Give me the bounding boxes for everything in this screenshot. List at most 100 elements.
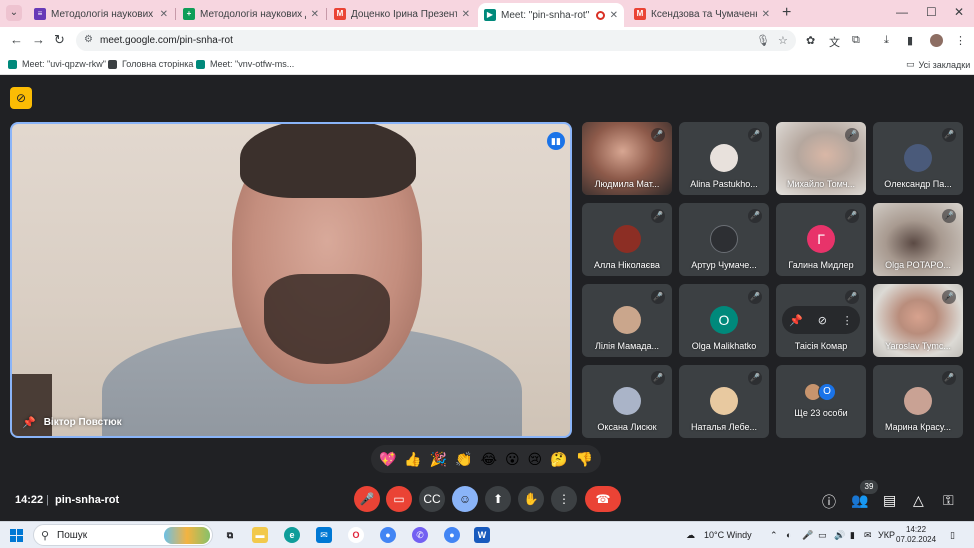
close-tab-icon[interactable]: ✕: [160, 9, 168, 20]
site-info-icon[interactable]: ⚙: [84, 34, 93, 45]
edge-icon[interactable]: e: [284, 527, 300, 543]
participant-tile[interactable]: 🎤 Олександр Па...: [873, 122, 963, 195]
people-icon[interactable]: 👥: [851, 492, 868, 509]
language-indicator[interactable]: УКР: [878, 530, 895, 540]
extensions-puzzle-icon[interactable]: ⧉: [852, 34, 860, 47]
task-view-icon[interactable]: ⧉: [222, 527, 238, 543]
weather-icon[interactable]: ☁: [686, 530, 695, 541]
participant-tile[interactable]: 🎤 Olga POTAPO...: [873, 203, 963, 276]
bookmark-star-icon[interactable]: ☆: [778, 34, 788, 47]
participant-tile[interactable]: 🎤 Оксана Лисюк: [582, 365, 672, 438]
more-participants-tile[interactable]: O Ще 23 особи: [776, 365, 866, 438]
reaction-laugh[interactable]: 😂: [481, 452, 497, 466]
download-icon[interactable]: ⤓: [884, 34, 889, 47]
menu-kebab-icon[interactable]: ⋮: [955, 34, 966, 47]
meeting-info-icon[interactable]: ⓘ: [822, 492, 836, 512]
bookmark-3[interactable]: Meet: "vnv-otfw-ms...: [196, 59, 294, 69]
browser-tab-1[interactable]: ≡ Методологія наукових дослідж ✕: [28, 3, 174, 25]
close-tab-icon[interactable]: ✕: [462, 9, 470, 20]
word-icon[interactable]: W: [474, 527, 490, 543]
reaction-clap[interactable]: 👏: [455, 452, 472, 466]
activities-icon[interactable]: △: [913, 492, 924, 509]
weather-text[interactable]: 10°C Windy: [704, 530, 752, 540]
participant-tile[interactable]: 🎤 Лілія Мамада...: [582, 284, 672, 357]
mail-icon[interactable]: ✉: [316, 527, 332, 543]
browser-tab-5[interactable]: M Ксендзова та Чумаченко презе ✕: [628, 3, 776, 25]
extension-icon[interactable]: ✿: [806, 34, 815, 47]
chrome-icon[interactable]: ●: [380, 527, 396, 543]
back-arrow-icon[interactable]: ←: [10, 32, 23, 47]
close-tab-icon[interactable]: ✕: [311, 9, 319, 20]
tray-app-icon[interactable]: ◐: [786, 530, 791, 540]
captions-button[interactable]: CC: [419, 486, 445, 512]
file-explorer-icon[interactable]: ▬: [252, 527, 268, 543]
participant-tile[interactable]: 🎤 Yaroslav Tymc...: [873, 284, 963, 357]
pin-icon[interactable]: 📌: [22, 416, 36, 429]
participant-tile[interactable]: 🎤 Наталья Лебе...: [679, 365, 769, 438]
reaction-thumbs-down[interactable]: 👎: [576, 452, 593, 466]
reactions-button[interactable]: ☺: [452, 486, 478, 512]
opera-icon[interactable]: O: [348, 527, 364, 543]
more-options-button[interactable]: ⋮: [551, 486, 577, 512]
reaction-thinking[interactable]: 🤔: [550, 452, 567, 466]
pinned-speaker-tile[interactable]: ▮▮ 📌 Віктор Повстюк: [10, 122, 572, 438]
chrome-icon[interactable]: ●: [444, 527, 460, 543]
reaction-surprised[interactable]: 😮: [505, 452, 520, 466]
tray-app-icon[interactable]: ✉: [864, 530, 872, 541]
close-window-button[interactable]: ✕: [954, 5, 964, 19]
side-panel-icon[interactable]: ▮: [907, 34, 913, 47]
participant-tile[interactable]: 🎤 Алла Ніколаєва: [582, 203, 672, 276]
windows-start-icon[interactable]: [10, 529, 23, 542]
leave-call-button[interactable]: ☎: [585, 486, 621, 512]
maximize-button[interactable]: ☐: [926, 5, 937, 19]
camera-off-button[interactable]: ▭: [386, 486, 412, 512]
raise-hand-button[interactable]: ✋: [518, 486, 544, 512]
reaction-heart[interactable]: 💖: [379, 452, 396, 466]
participant-tile[interactable]: 🎤 O Olga Malikhatko: [679, 284, 769, 357]
participant-tile[interactable]: 🎤 Alina Pastukho...: [679, 122, 769, 195]
taskbar-clock[interactable]: 14:22 07.02.2024: [896, 525, 936, 545]
bookmark-1[interactable]: Meet: "uvi-qpzw-rkw": [8, 59, 106, 69]
host-controls-icon[interactable]: ⚿: [943, 492, 954, 509]
battery-icon[interactable]: ▮: [850, 530, 855, 541]
tray-chevron-icon[interactable]: ⌃: [770, 530, 778, 541]
notifications-icon[interactable]: ▯: [950, 530, 955, 541]
translate-extension-icon[interactable]: 文: [829, 34, 840, 50]
reload-icon[interactable]: ↻: [54, 32, 65, 48]
close-tab-icon[interactable]: ✕: [610, 10, 618, 21]
bookmark-2[interactable]: Головна сторінка: [108, 59, 193, 69]
network-icon[interactable]: ▭: [818, 530, 827, 541]
participant-tile[interactable]: 🎤 Михайло Томч...: [776, 122, 866, 195]
close-tab-icon[interactable]: ✕: [762, 9, 770, 20]
camera-in-use-icon[interactable]: 🎙: [756, 34, 770, 47]
mute-participant-icon[interactable]: ⊘: [818, 314, 827, 327]
new-tab-button[interactable]: +: [782, 4, 791, 22]
viber-icon[interactable]: ✆: [412, 527, 428, 543]
address-bar[interactable]: ⚙ meet.google.com/pin-snha-rot 🎙 ☆: [76, 30, 796, 51]
forward-arrow-icon[interactable]: →: [32, 32, 45, 47]
taskbar-search[interactable]: ⚲ Пошук: [33, 524, 213, 546]
reaction-thumbs-up[interactable]: 👍: [404, 452, 421, 466]
mic-off-button[interactable]: 🎤: [354, 486, 380, 512]
chat-icon[interactable]: ▤: [883, 492, 896, 509]
reaction-sad[interactable]: 😢: [528, 452, 543, 466]
reaction-party[interactable]: 🎉: [430, 452, 447, 466]
tab-search-chevron-icon[interactable]: ⌄: [6, 5, 22, 21]
presenting-indicator-icon[interactable]: ⊘: [10, 87, 32, 109]
more-options-icon[interactable]: ⋮: [842, 314, 853, 327]
pin-icon[interactable]: 📌: [789, 314, 803, 327]
participant-tile[interactable]: 🎤 Марина Красу...: [873, 365, 963, 438]
present-screen-button[interactable]: ⬆: [485, 486, 511, 512]
minimize-button[interactable]: —: [896, 5, 908, 19]
participant-tile-hovered[interactable]: 🎤 📌 ⊘ ⋮ Таісія Комар: [776, 284, 866, 357]
all-bookmarks[interactable]: ▭ Усі закладки: [906, 59, 970, 70]
browser-tab-meet-active[interactable]: ▶ Meet: "pin-snha-rot" ✕: [478, 3, 624, 27]
url-text[interactable]: meet.google.com/pin-snha-rot: [100, 35, 233, 46]
profile-avatar[interactable]: [930, 34, 943, 47]
participant-tile[interactable]: 🎤 Г Галина Мидлер: [776, 203, 866, 276]
browser-tab-3[interactable]: M Доценко Ірина Презентація - ✕: [328, 3, 476, 25]
participant-tile[interactable]: 🎤 Артур Чумаче...: [679, 203, 769, 276]
participant-tile[interactable]: 🎤 Людмила Мат...: [582, 122, 672, 195]
microphone-tray-icon[interactable]: 🎤: [802, 530, 813, 541]
browser-tab-2[interactable]: + Методологія наукових дослідж ✕: [177, 3, 325, 25]
